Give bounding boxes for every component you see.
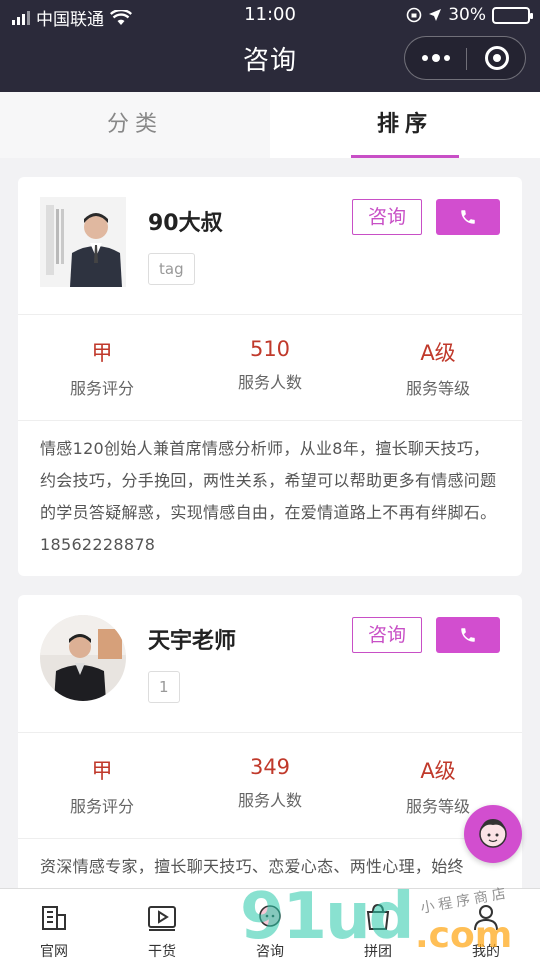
stat-label: 服务人数 <box>237 791 302 810</box>
close-icon[interactable] <box>467 37 527 79</box>
stat-level: A级 服务等级 <box>354 337 522 399</box>
battery-percent: 30% <box>448 5 486 25</box>
stat-value: A级 <box>420 341 456 365</box>
tab-sort[interactable]: 排序 <box>270 92 540 158</box>
stat-rating: 甲 服务评分 <box>18 755 186 817</box>
battery-icon <box>492 6 533 24</box>
tabbar-item-content[interactable]: 干货 <box>108 889 216 960</box>
tabbar-item-consult[interactable]: 咨询 <box>216 889 324 960</box>
tab-category[interactable]: 分类 <box>0 92 270 158</box>
counselor-description: 资深情感专家，擅长聊天技巧、恋爱心态、两性心理，始终 <box>40 857 464 876</box>
divider <box>18 314 522 315</box>
customer-service-button[interactable] <box>464 805 522 863</box>
stat-value: 510 <box>249 337 291 361</box>
video-icon <box>148 906 176 931</box>
tab-sort-label: 排序 <box>376 112 433 137</box>
watermark-suffix: .com <box>415 915 513 956</box>
stat-value: 甲 <box>91 341 113 365</box>
divider <box>18 838 522 839</box>
counselor-tag: 1 <box>148 671 180 703</box>
phone-icon <box>461 628 475 642</box>
counselor-tag: tag <box>148 253 195 285</box>
stat-label: 服务人数 <box>237 373 302 392</box>
stat-value: 349 <box>249 755 291 779</box>
tabbar-label: 干货 <box>148 944 176 960</box>
consult-button[interactable]: 咨询 <box>352 617 422 653</box>
stat-value: A级 <box>420 759 456 783</box>
tabbar-item-home[interactable]: 官网 <box>0 889 108 960</box>
service-avatar-icon <box>479 819 507 848</box>
divider <box>18 732 522 733</box>
bag-icon <box>366 903 390 930</box>
stat-clients: 349 服务人数 <box>186 755 354 811</box>
counselor-name: 天宇老师 <box>148 629 237 654</box>
consult-button[interactable]: 咨询 <box>352 199 422 235</box>
avatar <box>40 197 126 287</box>
tabbar-label: 官网 <box>40 944 68 960</box>
stat-label: 服务评分 <box>69 797 134 816</box>
stat-label: 服务评分 <box>69 379 134 398</box>
active-tab-indicator <box>351 155 459 158</box>
chat-icon <box>259 905 281 927</box>
call-button[interactable] <box>436 617 500 653</box>
phone-icon <box>461 210 475 224</box>
call-button[interactable] <box>436 199 500 235</box>
building-icon <box>42 906 66 930</box>
more-icon[interactable] <box>405 37 466 79</box>
orientation-lock-icon <box>406 7 422 23</box>
location-icon <box>429 9 442 21</box>
tabbar-label: 咨询 <box>256 944 284 960</box>
avatar <box>40 615 126 701</box>
counselor-card[interactable]: 90大叔 tag 咨询 甲 服务评分 510 服务人数 A级 服务等级 情感12… <box>18 177 522 576</box>
stat-rating: 甲 服务评分 <box>18 337 186 399</box>
stat-value: 甲 <box>91 759 113 783</box>
counselor-name: 90大叔 <box>148 211 223 236</box>
app-header: 中国联通 11:00 30% 咨询 <box>0 0 540 92</box>
stat-label: 服务等级 <box>405 379 470 398</box>
stat-clients: 510 服务人数 <box>186 337 354 393</box>
divider <box>18 420 522 421</box>
counselor-card[interactable]: 天宇老师 1 咨询 甲 服务评分 349 服务人数 A级 服务等级 资深情感专家… <box>18 595 522 895</box>
status-bar: 中国联通 11:00 30% <box>0 0 540 30</box>
tab-strip: 分类 排序 <box>0 92 540 158</box>
mini-program-capsule <box>404 36 526 80</box>
counselor-description: 情感120创始人兼首席情感分析师，从业8年，擅长聊天技巧，约会技巧，分手挽回，两… <box>40 439 497 554</box>
